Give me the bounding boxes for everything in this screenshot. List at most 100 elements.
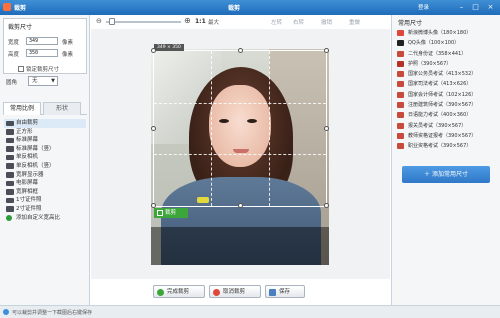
- common-size-item[interactable]: 教师资格证报考（390×567）: [396, 131, 497, 141]
- common-size-label: 日语能力考试（400×360）: [408, 112, 472, 119]
- height-input[interactable]: 350: [26, 49, 58, 57]
- size-preset-icon: [397, 50, 404, 57]
- size-preset-icon: [397, 132, 404, 139]
- common-size-item[interactable]: 护照（390×567）: [396, 59, 497, 69]
- ratio-label: 单反相机: [16, 154, 39, 161]
- ratio-item[interactable]: 自由裁剪: [4, 119, 86, 128]
- crop-box[interactable]: 349 × 350 裁剪: [151, 44, 329, 218]
- image-canvas[interactable]: 349 × 350 裁剪: [91, 29, 390, 279]
- common-size-label: 新浪微博头像（180×180）: [408, 30, 472, 36]
- grid-line: [268, 51, 270, 206]
- maximize-button[interactable]: □: [470, 2, 481, 12]
- crop-handle-right[interactable]: [324, 126, 329, 131]
- ratio-item[interactable]: 1寸证件照: [4, 196, 86, 205]
- zoom-out-icon[interactable]: ⊖: [96, 17, 102, 25]
- corner-label: 圆角: [6, 80, 18, 86]
- cancel-crop-button[interactable]: 取消裁剪: [209, 285, 261, 298]
- finish-crop-button[interactable]: 完成裁剪: [153, 285, 205, 298]
- ratio-label: 1寸证件照: [16, 197, 42, 204]
- ratio-item[interactable]: 单反相机: [4, 153, 86, 162]
- ratio-item[interactable]: 宽屏显示器: [4, 171, 86, 180]
- ratio-tabs: 常用比例 形状: [3, 102, 87, 115]
- common-size-item[interactable]: QQ头像（100×100）: [396, 38, 497, 48]
- tab-shape[interactable]: 形状: [43, 102, 81, 115]
- crop-confirm-label: 裁剪: [165, 210, 177, 216]
- common-size-item[interactable]: 新浪微博头像（180×180）: [396, 28, 497, 38]
- left-panel: 裁剪尺寸 宽度 349 像素 高度 350 像素 锁定裁剪尺寸 圆角 无 ▼ 常…: [0, 15, 90, 305]
- ratio-item[interactable]: 电影屏幕: [4, 179, 86, 188]
- redo-button[interactable]: 重做: [349, 18, 360, 26]
- grid-line: [154, 154, 326, 156]
- common-size-item[interactable]: 国家会计师考试（102×126）: [396, 90, 497, 100]
- common-size-label: 护照（390×567）: [408, 60, 452, 67]
- ratio-label: 电影屏幕: [16, 180, 39, 187]
- ratio-item[interactable]: 标准屏幕: [4, 136, 86, 145]
- ratio-label: 自由裁剪: [16, 120, 39, 126]
- undo-button[interactable]: 撤销: [321, 18, 332, 26]
- ratio-item[interactable]: 标准屏幕（竖）: [4, 145, 86, 154]
- size-preset-icon: [397, 91, 404, 98]
- grid-line: [211, 51, 213, 206]
- add-common-size-button[interactable]: ＋ 添加常用尺寸: [402, 166, 490, 183]
- ratio-label: 宽屏显示器: [16, 171, 44, 178]
- common-size-item[interactable]: 二代身份证（358×441）: [396, 49, 497, 59]
- corner-select-value: 无: [32, 78, 38, 84]
- zoom-slider-handle[interactable]: [109, 18, 115, 25]
- common-size-label: 注册建筑师考试（390×567）: [408, 102, 477, 109]
- ratio-label: 宽屏相框: [16, 188, 39, 195]
- crop-handle-top-left[interactable]: [151, 48, 156, 53]
- common-size-item[interactable]: 国家司法考试（413×626）: [396, 79, 497, 89]
- ratio-item[interactable]: 单反相机（竖）: [4, 162, 86, 171]
- common-size-item[interactable]: 注册建筑师考试（390×567）: [396, 100, 497, 110]
- width-input[interactable]: 349: [26, 37, 58, 45]
- common-size-label: 国家司法考试（413×626）: [408, 81, 472, 88]
- crop-confirm-button[interactable]: 裁剪: [154, 208, 188, 218]
- rotate-left-button[interactable]: 左转: [271, 18, 282, 26]
- fit-button[interactable]: 最大: [208, 18, 219, 26]
- ratio-label: 添加自定义宽高比: [16, 214, 61, 221]
- zoom-in-icon[interactable]: ⊕: [184, 16, 191, 25]
- size-preset-icon: [397, 71, 404, 78]
- ratio-item[interactable]: 宽屏相框: [4, 188, 86, 197]
- ratio-item[interactable]: 2寸证件照: [4, 205, 86, 214]
- height-label: 高度: [8, 52, 20, 58]
- crop-handle-top[interactable]: [238, 48, 243, 53]
- save-label: 保存: [279, 289, 291, 295]
- canvas-toolbar: ⊖ ⊕ 1:1 最大 左转 右转 撤销 重做: [91, 15, 391, 29]
- common-size-item[interactable]: 日语能力考试（400×360）: [396, 110, 497, 120]
- crop-size-title: 裁剪尺寸: [8, 24, 33, 31]
- crop-handle-bottom[interactable]: [238, 203, 243, 208]
- crop-handle-bottom-right[interactable]: [324, 203, 329, 208]
- actual-size-button[interactable]: 1:1: [195, 18, 206, 25]
- corner-select[interactable]: 无 ▼: [28, 76, 58, 86]
- window-title: 裁剪: [228, 5, 241, 12]
- outside-crop-mask: [151, 227, 329, 265]
- common-size-item[interactable]: 职业资格考试（390×567）: [396, 141, 497, 151]
- save-icon: [269, 289, 276, 296]
- tab-common-ratio[interactable]: 常用比例: [3, 102, 41, 115]
- crop-handle-left[interactable]: [151, 126, 156, 131]
- close-button[interactable]: ×: [485, 2, 496, 12]
- width-unit: 像素: [62, 40, 74, 46]
- add-custom-ratio[interactable]: 添加自定义宽高比: [4, 214, 86, 223]
- minimize-button[interactable]: –: [456, 2, 467, 12]
- rotate-right-button[interactable]: 右转: [293, 18, 304, 26]
- crop-handle-top-right[interactable]: [324, 48, 329, 53]
- common-size-label: 国家会计师考试（102×126）: [408, 91, 477, 98]
- zoom-slider[interactable]: [106, 21, 181, 23]
- common-size-label: 教师资格证报考（390×567）: [408, 132, 477, 139]
- action-bar: 完成裁剪 取消裁剪 保存: [91, 283, 390, 303]
- save-button[interactable]: 保存: [265, 285, 305, 298]
- lock-size-checkbox[interactable]: 锁定裁剪尺寸: [18, 65, 59, 73]
- screen-vertical-icon: [6, 146, 14, 152]
- common-sizes-title: 常用尺寸: [398, 20, 423, 27]
- ratio-item[interactable]: 正方形: [4, 128, 86, 137]
- finish-crop-label: 完成裁剪: [167, 289, 190, 295]
- id-photo-icon: [6, 197, 14, 204]
- plus-circle-icon: [6, 215, 12, 222]
- common-size-item[interactable]: 国家公务员考试（413×532）: [396, 69, 497, 79]
- login-link[interactable]: 登录: [418, 3, 429, 11]
- common-size-label: 职业资格考试（390×567）: [408, 143, 472, 150]
- crop-size-group: 裁剪尺寸 宽度 349 像素 高度 350 像素 锁定裁剪尺寸: [3, 18, 87, 74]
- common-size-item[interactable]: 报关员考试（390×567）: [396, 121, 497, 131]
